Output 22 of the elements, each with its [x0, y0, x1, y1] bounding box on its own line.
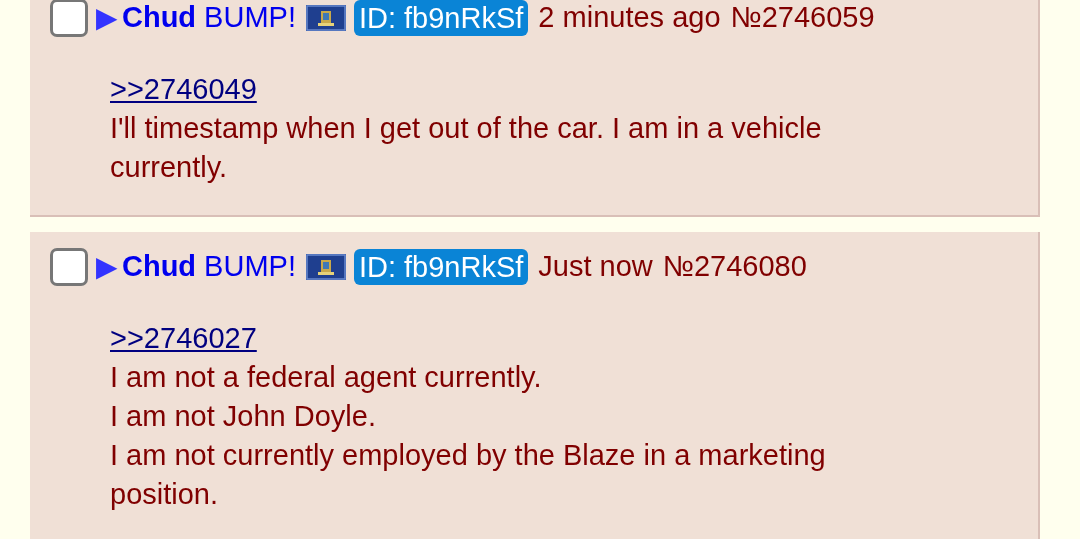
post-time: Just now [538, 249, 653, 285]
post-number[interactable]: №2746080 [662, 245, 807, 289]
post-text: I am not currently employed by the Blaze in a marketing position. [110, 438, 827, 512]
quote-link[interactable]: >>2746049 [110, 70, 257, 109]
checkbox[interactable] [50, 248, 88, 286]
expand-arrow[interactable]: ▶ [96, 0, 118, 39]
post-text: I am not a federal agent currently. [110, 360, 543, 395]
flag-icon [305, 254, 346, 280]
flag-icon [305, 5, 346, 31]
post-subject: BUMP! [204, 249, 296, 285]
poster-name: Chud [122, 249, 197, 285]
post-text: I'll timestamp when I get out of the car. I am in a vehicle currently. [110, 111, 823, 185]
post-time: 2 minutes ago [538, 0, 721, 36]
quote-link[interactable]: >>2746027 [110, 319, 257, 358]
expand-arrow[interactable]: ▶ [96, 246, 118, 288]
poster-id-badge: ID: fb9nRkSf [353, 249, 529, 285]
poster-name: Chud [122, 0, 197, 36]
post-text: I am not John Doyle. [110, 399, 377, 434]
checkbox[interactable] [50, 0, 88, 37]
post-number[interactable]: №2746059 [730, 0, 875, 40]
poster-id-badge: ID: fb9nRkSf [353, 0, 529, 36]
post-subject: BUMP! [204, 0, 296, 36]
